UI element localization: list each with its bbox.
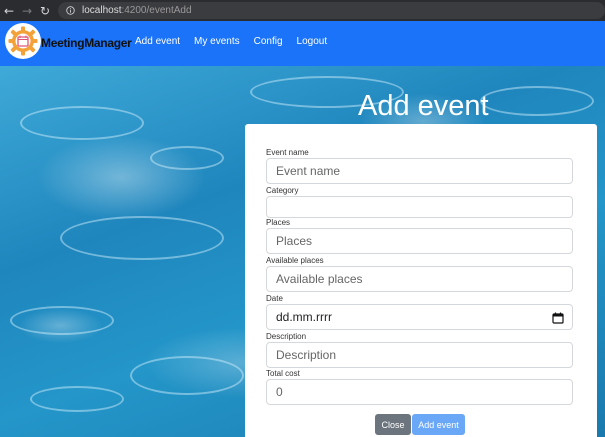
nav-config[interactable]: Config <box>247 36 290 47</box>
reload-button[interactable]: ↻ <box>36 0 54 21</box>
app-navbar: MeetingManager Add event My events Confi… <box>0 21 605 66</box>
category-input[interactable] <box>266 196 573 218</box>
url-path: :4200/eventAdd <box>121 5 192 16</box>
nav-add-event[interactable]: Add event <box>128 36 187 47</box>
date-input[interactable]: dd.mm.rrrr <box>266 304 573 330</box>
arrow-left-icon: ← <box>3 3 15 18</box>
brand-title[interactable]: MeetingManager <box>41 36 132 50</box>
event-name-input[interactable]: Event name <box>266 158 573 184</box>
event-name-placeholder: Event name <box>276 164 341 178</box>
places-input[interactable]: Places <box>266 228 573 254</box>
description-placeholder: Description <box>276 348 337 362</box>
water-ripple <box>10 306 114 335</box>
places-label: Places <box>266 218 291 227</box>
info-icon[interactable] <box>64 6 76 15</box>
back-button[interactable]: ← <box>0 0 18 21</box>
date-label: Date <box>266 294 283 303</box>
available-places-placeholder: Available places <box>276 272 363 286</box>
add-event-form: Event name Event name Category Places Pl… <box>245 124 597 437</box>
gear-logo-icon[interactable] <box>5 23 41 59</box>
water-ripple <box>150 146 224 170</box>
description-input[interactable]: Description <box>266 342 573 368</box>
available-places-label: Available places <box>266 256 324 265</box>
available-places-input[interactable]: Available places <box>266 266 573 292</box>
arrow-right-icon: → <box>21 3 33 18</box>
url-host: localhost <box>82 5 122 16</box>
close-button[interactable]: Close <box>375 414 411 435</box>
nav-links: Add event My events Config Logout <box>128 36 334 47</box>
total-cost-input[interactable]: 0 <box>266 379 573 405</box>
url-text: localhost:4200/eventAdd <box>82 5 192 16</box>
water-ripple <box>30 386 124 412</box>
reload-icon: ↻ <box>39 3 51 18</box>
add-event-button[interactable]: Add event <box>412 414 465 435</box>
category-label: Category <box>266 186 299 195</box>
calendar-icon[interactable] <box>552 311 564 329</box>
nav-logout[interactable]: Logout <box>290 36 335 47</box>
description-label: Description <box>266 332 307 341</box>
water-ripple <box>60 216 224 260</box>
date-value: dd.mm.rrrr <box>276 310 332 324</box>
nav-my-events[interactable]: My events <box>187 36 247 47</box>
water-ripple <box>130 356 244 395</box>
forward-button[interactable]: → <box>18 0 36 21</box>
total-cost-value: 0 <box>276 385 283 399</box>
address-bar[interactable]: localhost:4200/eventAdd <box>58 2 605 19</box>
event-name-label: Event name <box>266 148 309 157</box>
water-ripple <box>20 106 144 140</box>
browser-toolbar: ← → ↻ localhost:4200/eventAdd <box>0 0 605 21</box>
places-placeholder: Places <box>276 234 313 248</box>
page-title: Add event <box>358 90 489 122</box>
total-cost-label: Total cost <box>266 369 300 378</box>
water-ripple <box>480 86 594 116</box>
